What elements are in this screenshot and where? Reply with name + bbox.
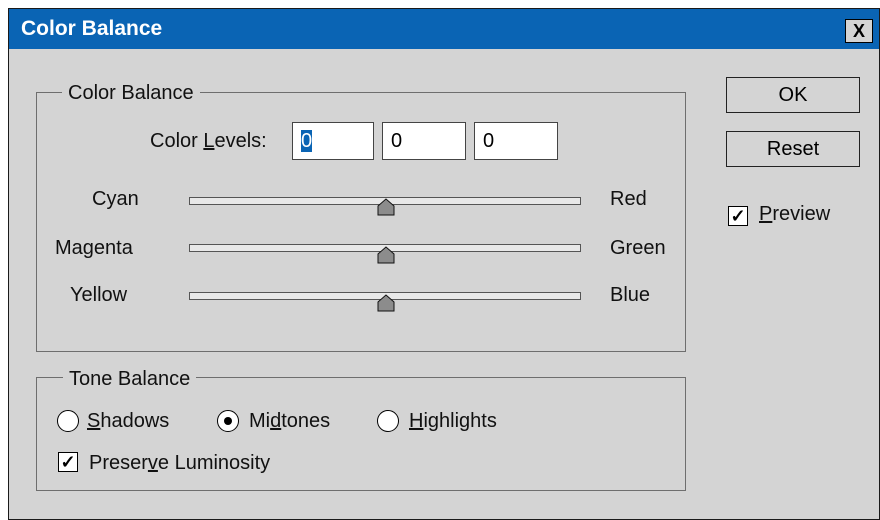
dialog-title: Color Balance [21,17,163,40]
slider-cyan-label: Cyan [92,188,139,210]
shadows-label[interactable]: Shadows [87,410,169,433]
reset-button[interactable]: Reset [726,131,860,167]
slider-blue-label: Blue [610,284,651,306]
preview-label[interactable]: Preview [759,203,830,226]
close-button[interactable]: X [845,19,873,43]
slider-magenta-label: Magenta [55,237,133,259]
midtones-label[interactable]: Midtones [249,410,330,433]
color-balance-dialog: Color Balance X Color Balance Color Leve… [8,8,880,520]
highlights-radio[interactable] [377,410,399,432]
magenta-green-slider-thumb[interactable] [377,246,395,264]
tone-balance-legend: Tone Balance [63,368,197,391]
slider-red-label: Red [610,188,647,210]
color-levels-label: Color Levels: [150,130,267,152]
yellow-blue-slider-thumb[interactable] [377,294,395,312]
preserve-luminosity-checkbox[interactable]: ✓ [58,452,78,472]
slider-green-label: Green [610,237,666,259]
color-level-yellow-blue-input[interactable]: 0 [474,122,558,160]
slider-yellow-label: Yellow [70,284,128,306]
color-level-magenta-green-input[interactable]: 0 [382,122,466,160]
title-bar[interactable]: Color Balance X [9,9,879,49]
preserve-luminosity-label[interactable]: Preserve Luminosity [89,452,270,475]
color-balance-legend: Color Balance [62,82,200,105]
radio-selected-dot [224,417,232,425]
shadows-radio[interactable] [57,410,79,432]
midtones-radio[interactable] [217,410,239,432]
color-level-cyan-red-input[interactable]: 0 [292,122,374,160]
ok-button[interactable]: OK [726,77,860,113]
preview-checkbox[interactable]: ✓ [728,206,748,226]
cyan-red-slider-thumb[interactable] [377,198,395,216]
highlights-label[interactable]: Highlights [409,410,497,433]
